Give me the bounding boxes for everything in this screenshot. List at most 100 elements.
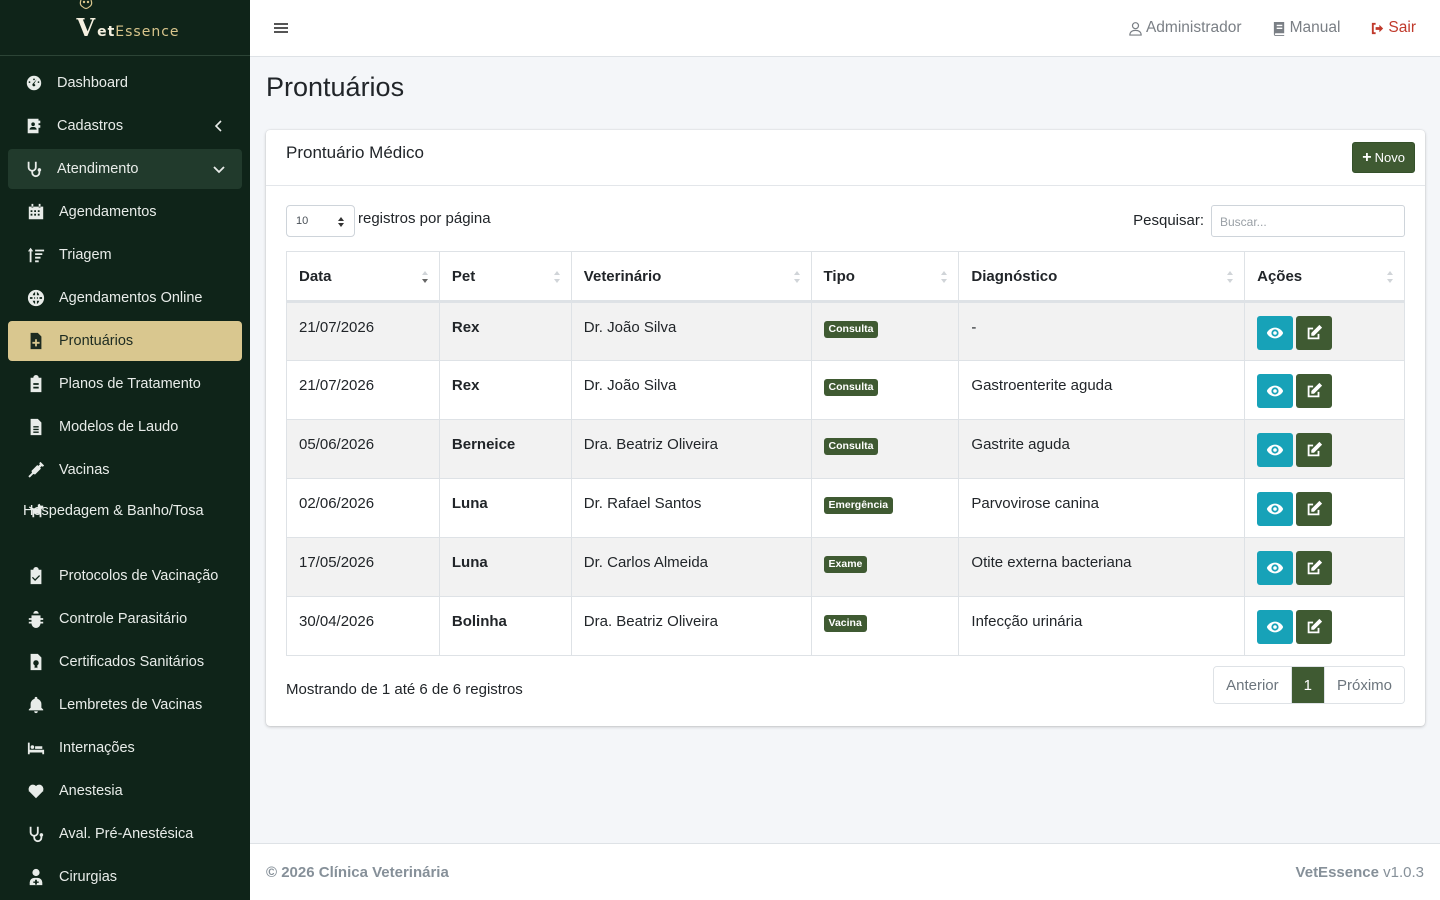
cell-pet: Rex bbox=[438, 360, 572, 420]
footer-version-number: v1.0.3 bbox=[1383, 863, 1424, 881]
sidebar-item-label: Cirurgias bbox=[59, 869, 118, 885]
pagination-prev[interactable]: Anterior bbox=[1214, 667, 1291, 703]
sidebar-item-atendimento[interactable]: Atendimento bbox=[8, 149, 242, 189]
brand[interactable]: Vet Essence bbox=[0, 0, 250, 56]
eye-icon bbox=[1267, 621, 1284, 633]
sidebar-item-vacinas[interactable]: Vacinas bbox=[8, 450, 242, 490]
sidebar-item-internacoes[interactable]: Internações bbox=[8, 728, 242, 768]
heartbeat-icon bbox=[26, 781, 46, 801]
type-badge: Vacina bbox=[823, 615, 867, 632]
sidebar-item-agendamentos-online[interactable]: Agendamentos Online bbox=[8, 278, 242, 318]
column-header-tipo[interactable]: Tipo bbox=[810, 251, 960, 303]
sidebar-item-label: Controle Parasitário bbox=[59, 611, 188, 627]
table-row: 05/06/2026 Berneice Dra. Beatriz Oliveir… bbox=[286, 419, 1405, 479]
sort-amount-icon bbox=[26, 245, 46, 265]
brand-essence: Essence bbox=[115, 24, 180, 40]
logout-label: Sair bbox=[1388, 19, 1416, 36]
cell-acoes bbox=[1244, 596, 1405, 656]
new-record-button[interactable]: + Novo bbox=[1352, 142, 1415, 173]
card-header: Prontuário Médico + Novo bbox=[266, 130, 1425, 186]
edit-button[interactable] bbox=[1296, 492, 1333, 526]
table-row: 30/04/2026 Bolinha Dra. Beatriz Oliveira… bbox=[286, 596, 1405, 656]
edit-button[interactable] bbox=[1296, 374, 1333, 408]
admin-link[interactable]: Administrador bbox=[1128, 19, 1242, 37]
page-length-select[interactable]: 10 bbox=[286, 205, 355, 237]
sidebar-item-cadastros[interactable]: Cadastros bbox=[8, 106, 242, 146]
cell-diag: Parvovirose canina bbox=[958, 478, 1246, 538]
view-button[interactable] bbox=[1257, 316, 1294, 350]
sidebar-nav: Dashboard Cadastros Atendimento Agendame… bbox=[0, 56, 250, 897]
column-header-pet[interactable]: Pet bbox=[438, 251, 572, 303]
sidebar-item-protocolos-vacinacao[interactable]: Protocolos de Vacinação bbox=[8, 556, 242, 596]
column-header-label: Diagnóstico bbox=[971, 267, 1058, 285]
view-button[interactable] bbox=[1257, 433, 1294, 467]
cell-acoes bbox=[1244, 478, 1405, 538]
hamburger-menu-icon[interactable] bbox=[274, 21, 288, 35]
column-header-acoes[interactable]: Ações bbox=[1244, 251, 1405, 303]
view-button[interactable] bbox=[1257, 551, 1294, 585]
sidebar-item-dashboard[interactable]: Dashboard bbox=[8, 63, 242, 103]
cell-data: 21/07/2026 bbox=[286, 360, 440, 420]
edit-button[interactable] bbox=[1296, 610, 1333, 644]
stethoscope-icon bbox=[26, 824, 46, 844]
search-placeholder: Buscar... bbox=[1220, 215, 1267, 229]
pagination-page-1[interactable]: 1 bbox=[1290, 667, 1324, 703]
sidebar-item-prontuarios[interactable]: Prontuários bbox=[8, 321, 242, 361]
syringe-icon bbox=[26, 460, 46, 480]
view-button[interactable] bbox=[1257, 610, 1294, 644]
cell-diag: Otite externa bacteriana bbox=[958, 537, 1246, 597]
globe-icon bbox=[26, 288, 46, 308]
sidebar-item-label: Anestesia bbox=[59, 783, 123, 799]
view-button[interactable] bbox=[1257, 492, 1294, 526]
cell-tipo: Vacina bbox=[810, 596, 960, 656]
cell-pet: Berneice bbox=[438, 419, 572, 479]
manual-link[interactable]: Manual bbox=[1272, 19, 1340, 37]
search-input[interactable]: Buscar... bbox=[1211, 205, 1405, 237]
cell-acoes bbox=[1244, 360, 1405, 420]
sidebar-item-aval-pre-anestesica[interactable]: Aval. Pré-Anestésica bbox=[8, 814, 242, 854]
sidebar-item-controle-parasitario[interactable]: Controle Parasitário bbox=[8, 599, 242, 639]
sidebar-item-anestesia[interactable]: Anestesia bbox=[8, 771, 242, 811]
sort-icon bbox=[1227, 271, 1234, 283]
sidebar-item-modelos-laudo[interactable]: Modelos de Laudo bbox=[8, 407, 242, 447]
edit-button[interactable] bbox=[1296, 316, 1333, 350]
sidebar-item-certificados-sanitarios[interactable]: Certificados Sanitários bbox=[8, 642, 242, 682]
type-badge: Consulta bbox=[823, 438, 879, 455]
sidebar-item-label: Dashboard bbox=[57, 75, 128, 91]
sort-icon bbox=[553, 271, 560, 283]
eye-icon bbox=[1267, 562, 1284, 574]
cell-pet: Bolinha bbox=[438, 596, 572, 656]
cell-diag: - bbox=[958, 301, 1246, 361]
edit-button[interactable] bbox=[1296, 551, 1333, 585]
cell-tipo: Consulta bbox=[810, 301, 960, 361]
column-header-veterinario[interactable]: Veterinário bbox=[570, 251, 812, 303]
view-button[interactable] bbox=[1257, 374, 1294, 408]
page-footer: © 2026 Clínica Veterinária VetEssence v1… bbox=[250, 843, 1440, 900]
topbar-actions: Administrador Manual Sair bbox=[1098, 19, 1416, 37]
logout-link[interactable]: Sair bbox=[1370, 19, 1416, 37]
sidebar-item-planos-tratamento[interactable]: Planos de Tratamento bbox=[8, 364, 242, 404]
brand-logo: Vet Essence bbox=[70, 0, 180, 42]
sidebar-item-lembretes-vacinas[interactable]: Lembretes de Vacinas bbox=[8, 685, 242, 725]
sidebar-item-agendamentos[interactable]: Agendamentos bbox=[8, 192, 242, 232]
sidebar-item-hospedagem[interactable]: Hospedagem & Banho/Tosa bbox=[8, 493, 242, 553]
cell-vet: Dr. João Silva bbox=[570, 301, 812, 361]
cell-data: 02/06/2026 bbox=[286, 478, 440, 538]
bell-icon bbox=[26, 695, 46, 715]
book-icon bbox=[1273, 21, 1284, 36]
eye-icon bbox=[1267, 385, 1284, 397]
table-info: Mostrando de 1 até 6 de 6 registros bbox=[286, 681, 523, 698]
column-header-label: Tipo bbox=[823, 267, 855, 285]
edit-icon bbox=[1307, 441, 1323, 457]
column-header-data[interactable]: Data bbox=[286, 251, 440, 303]
edit-button[interactable] bbox=[1296, 433, 1333, 467]
cell-vet: Dr. João Silva bbox=[570, 360, 812, 420]
sidebar-item-triagem[interactable]: Triagem bbox=[8, 235, 242, 275]
sidebar-item-cirurgias[interactable]: Cirurgias bbox=[8, 857, 242, 897]
user-icon bbox=[1129, 21, 1142, 36]
sort-desc-icon bbox=[421, 271, 428, 283]
clipboard-check-icon bbox=[26, 566, 46, 586]
column-header-diagnostico[interactable]: Diagnóstico bbox=[958, 251, 1246, 303]
edit-icon bbox=[1307, 324, 1323, 340]
pagination-next[interactable]: Próximo bbox=[1323, 667, 1404, 703]
